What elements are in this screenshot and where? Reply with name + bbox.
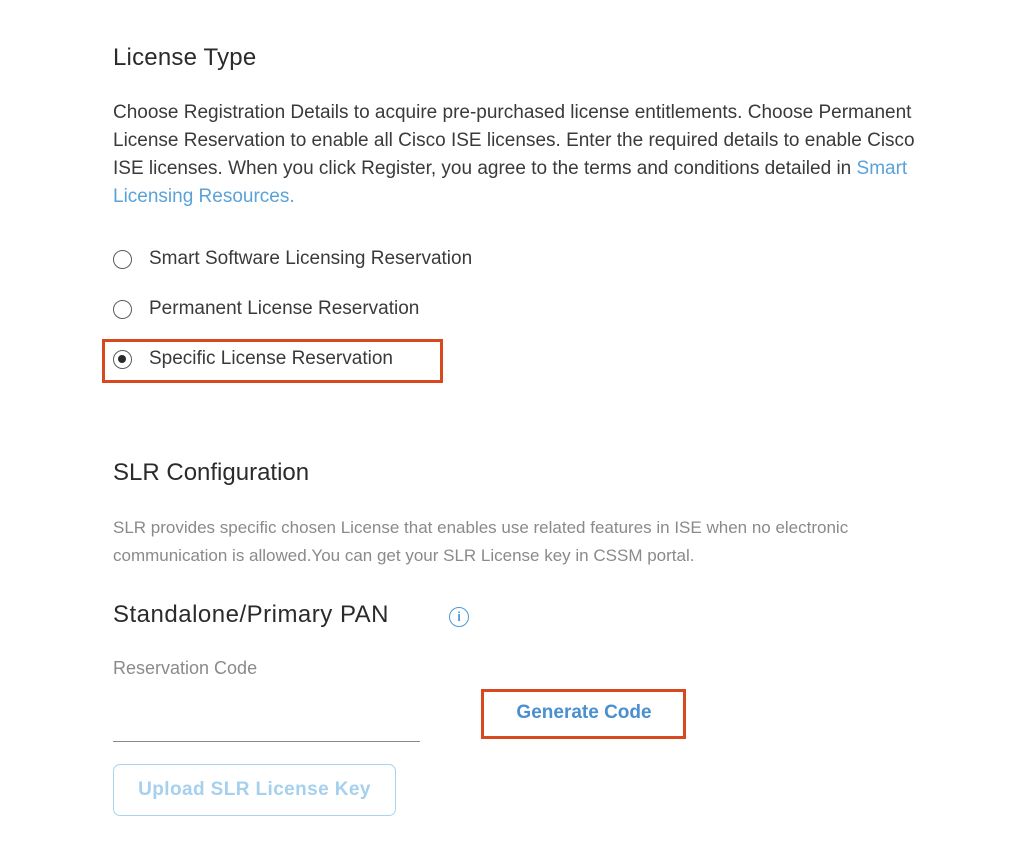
slr-configuration-heading: SLR Configuration xyxy=(113,459,310,486)
slr-description: SLR provides specific chosen License tha… xyxy=(113,518,849,565)
radio-label: Smart Software Licensing Reservation xyxy=(149,248,473,269)
radio-smart-software-licensing-reservation[interactable]: Smart Software Licensing Reservation xyxy=(113,246,472,272)
reservation-code-input[interactable] xyxy=(113,690,420,742)
license-type-description: Choose Registration Details to acquire p… xyxy=(113,99,943,211)
license-page: License Type Choose Registration Details… xyxy=(0,0,1024,843)
standalone-primary-pan-heading: Standalone/Primary PAN xyxy=(113,601,390,628)
specific-license-highlight-box xyxy=(102,339,443,383)
radio-label: Permanent License Reservation xyxy=(149,298,420,319)
radio-button-unchecked[interactable] xyxy=(113,249,132,269)
upload-slr-license-key-button[interactable]: Upload SLR License Key xyxy=(113,764,396,816)
radio-permanent-license-reservation[interactable]: Permanent License Reservation xyxy=(113,296,419,322)
license-type-heading: License Type xyxy=(113,44,257,71)
radio-button-unchecked[interactable] xyxy=(113,299,132,319)
generate-code-highlight-box xyxy=(481,689,686,739)
license-type-description-text: Choose Registration Details to acquire p… xyxy=(113,102,915,179)
info-icon[interactable]: i xyxy=(449,607,469,627)
reservation-code-label: Reservation Code xyxy=(113,658,258,678)
